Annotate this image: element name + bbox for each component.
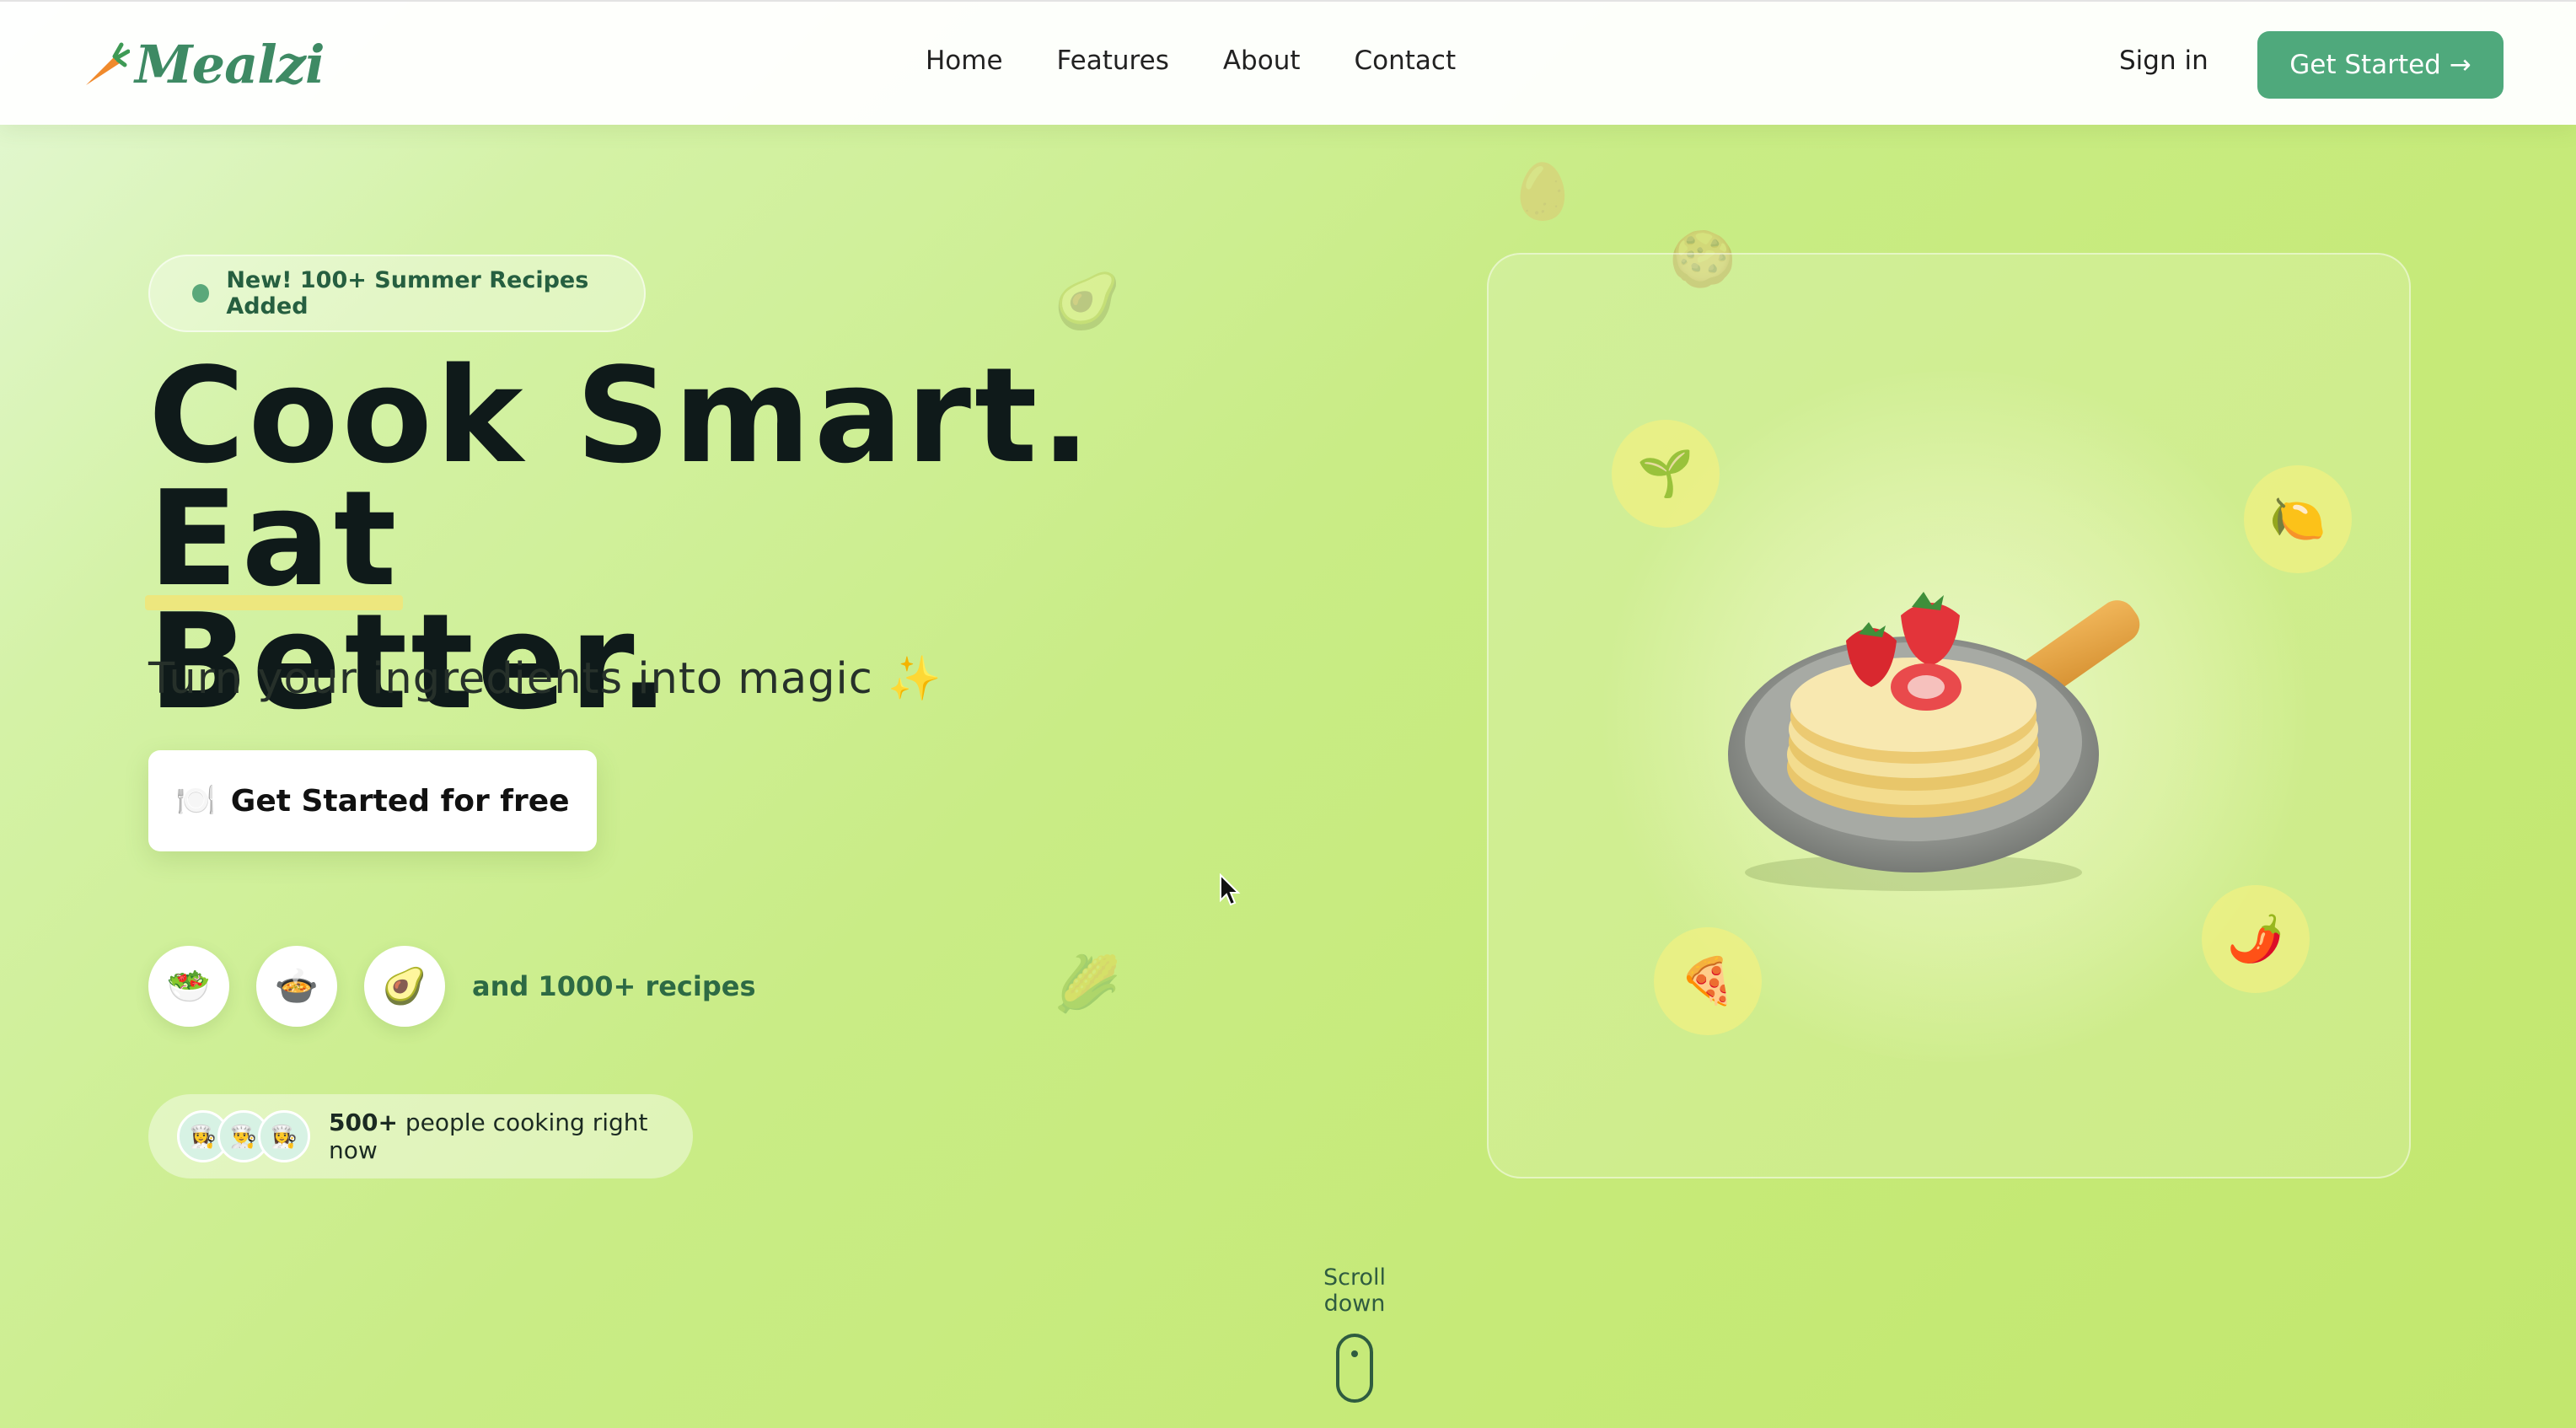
stew-icon: 🍲 (256, 946, 337, 1027)
badge-text: New! 100+ Summer Recipes Added (226, 267, 589, 319)
nav-link-features[interactable]: Features (1057, 46, 1169, 76)
status-dot (192, 284, 210, 303)
hero-subtitle: Turn your ingredients into magic ✨ (148, 654, 942, 704)
top-navbar: Mealzi Home Features About Contact Sign … (0, 0, 2576, 125)
avocado-icon: 🥑 (364, 946, 445, 1027)
carrot-icon (86, 42, 130, 85)
avatar-group: 👩‍🍳 👨‍🍳 👩‍🍳 (177, 1110, 310, 1162)
background-decoration-icon: 🥚 (1509, 161, 1576, 222)
logo[interactable]: Mealzi (81, 30, 325, 98)
scroll-down-indicator[interactable]: Scroll down (1291, 1264, 1418, 1403)
plate-icon: 🍽️ (175, 783, 216, 819)
sign-in-link[interactable]: Sign in (2119, 46, 2208, 76)
pancake-pan-image (1720, 540, 2225, 894)
mouse-scroll-icon (1336, 1334, 1373, 1403)
salad-icon: 🥗 (148, 946, 229, 1027)
avatar: 👩‍🍳 (258, 1110, 310, 1162)
get-started-button[interactable]: Get Started → (2257, 31, 2504, 99)
background-decoration-icon: 🥑 (1054, 271, 1121, 331)
mouse-cursor-icon (1220, 873, 1241, 906)
live-cooking-pill: 👩‍🍳 👨‍🍳 👩‍🍳 500+ people cooking right no… (148, 1094, 693, 1178)
background-decoration-icon: 🌽 (1054, 953, 1121, 1014)
nav-link-about[interactable]: About (1223, 46, 1301, 76)
cooking-count: 500+ (329, 1109, 398, 1136)
pizza-icon: 🍕 (1654, 927, 1762, 1035)
recipe-count-text: and 1000+ recipes (472, 970, 756, 1002)
announcement-badge: New! 100+ Summer Recipes Added (148, 255, 646, 332)
headline-highlight: Eat (144, 462, 404, 615)
nav-link-contact[interactable]: Contact (1355, 46, 1457, 76)
main-nav: Home Features About Contact (926, 46, 1456, 76)
cooking-now-text: 500+ people cooking right now (329, 1109, 693, 1164)
recipe-preview-row: 🥗 🍲 🥑 and 1000+ recipes (148, 946, 756, 1027)
hero-cta-label: Get Started for free (230, 783, 570, 819)
sprout-icon: 🌱 (1612, 420, 1720, 528)
brand-name: Mealzi (135, 33, 325, 95)
scroll-label: Scroll down (1323, 1264, 1386, 1317)
chili-icon: 🌶️ (2202, 885, 2310, 993)
lemon-icon: 🍋 (2244, 465, 2352, 573)
nav-link-home[interactable]: Home (926, 46, 1003, 76)
get-started-free-button[interactable]: 🍽️ Get Started for free (148, 750, 597, 851)
